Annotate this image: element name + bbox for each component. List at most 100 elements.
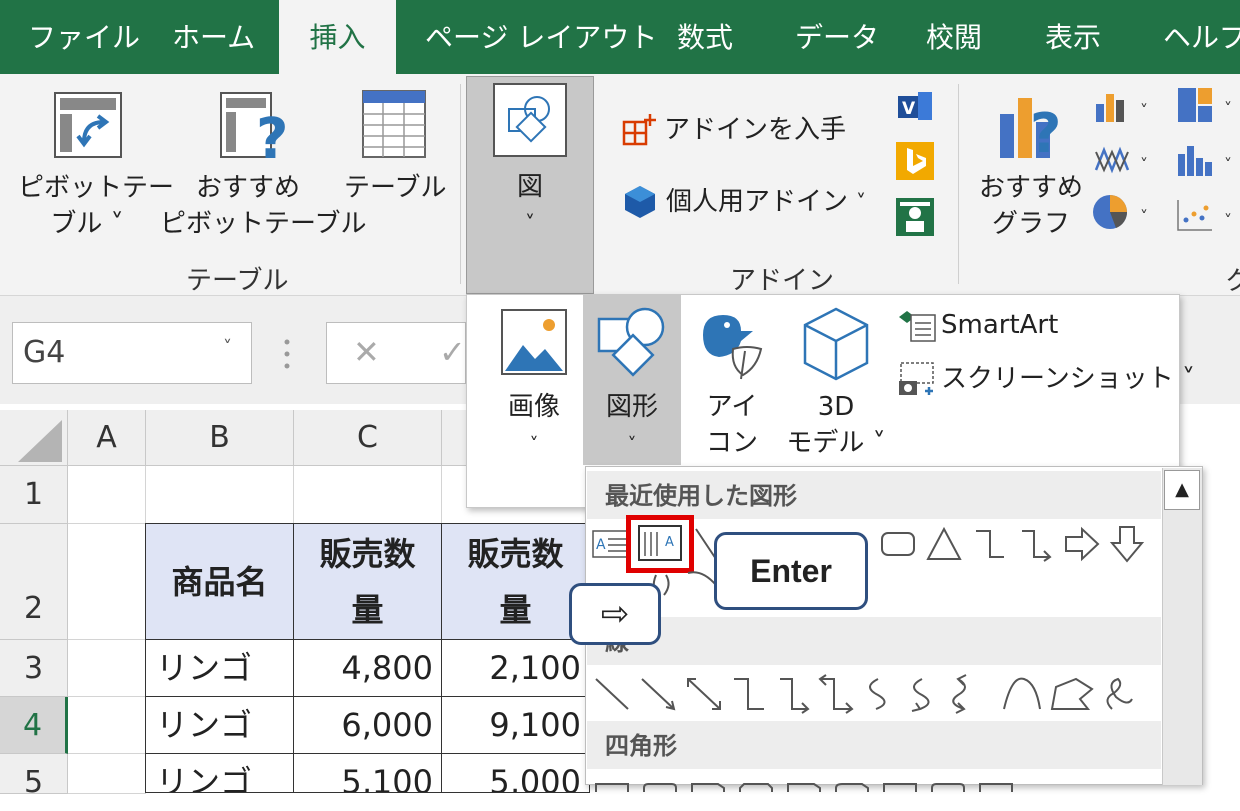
line-shapes-row (592, 673, 1162, 715)
svg-text:?: ? (256, 107, 288, 162)
tab-review[interactable]: 校閲 (926, 0, 982, 74)
table-row-2-product[interactable]: リンゴ (145, 696, 294, 754)
recommended-charts-button[interactable]: おすすめ グラフ (978, 170, 1084, 242)
scatter-chart-button[interactable]: ˅ (1176, 198, 1240, 234)
cell-a1[interactable] (68, 466, 146, 524)
row-header-5[interactable]: 5 (0, 754, 68, 800)
cell-a4[interactable] (68, 697, 146, 754)
row-header-3[interactable]: 3 (0, 640, 68, 697)
icons-icon (697, 305, 769, 385)
triangle-shape-icon[interactable] (924, 525, 964, 563)
chevron-down-icon: ˅ (529, 434, 539, 455)
tab-view[interactable]: 表示 (1045, 0, 1101, 74)
svg-text:A: A (665, 535, 674, 550)
ribbon-separator (958, 84, 959, 284)
get-addins-button[interactable]: アドインを入手 (664, 112, 846, 148)
column-chart-button[interactable]: ˅ (1094, 88, 1156, 124)
visio-icon[interactable]: V (896, 88, 934, 124)
table-header-product[interactable]: 商品名 (145, 523, 294, 640)
recommended-pivottable-icon: ? (220, 92, 292, 172)
row-header-4[interactable]: 4 (0, 697, 68, 754)
line-chart-button[interactable]: ˅ (1094, 142, 1156, 178)
pivottable-label-1: ピボットテー (18, 173, 175, 203)
rounded-rectangle-shape-icon[interactable] (878, 527, 918, 561)
table-button[interactable]: テーブル (344, 170, 446, 206)
image-button[interactable]: 画像 (497, 389, 571, 425)
cancel-icon[interactable]: ✕ (353, 333, 380, 371)
my-addins-icon (622, 184, 658, 220)
table-row-1-d[interactable]: 2,100 (441, 639, 590, 697)
shapes-button[interactable]: 図形 ˅ (583, 295, 681, 465)
table-row-3-product[interactable]: リンゴ (145, 753, 294, 793)
3d-model-button[interactable]: 3D モデル ˅ (781, 389, 891, 461)
confirm-icon[interactable]: ✓ (439, 333, 466, 371)
screenshot-button[interactable]: スクリーンショット ˅ (941, 361, 1195, 397)
cell-b1[interactable] (146, 466, 294, 524)
shapes-label: 図形 (605, 392, 658, 422)
select-all-button[interactable] (0, 410, 68, 466)
vertical-text-box-shape-icon[interactable]: A (626, 515, 694, 573)
3d-model-icon (801, 307, 871, 381)
table-header-qty-c[interactable]: 販売数量 (293, 523, 442, 640)
elbow-connector-shape-icon[interactable] (970, 525, 1010, 563)
pie-chart-button[interactable]: ˅ (1090, 192, 1156, 232)
tab-formulas[interactable]: 数式 (677, 0, 733, 74)
formula-bar-grip[interactable] (280, 334, 294, 374)
rec-chart-label-1: おすすめ (978, 173, 1083, 203)
table-row-1-c[interactable]: 4,800 (293, 639, 442, 697)
cell-a5[interactable] (68, 754, 146, 794)
right-arrow-shape-icon[interactable] (1062, 525, 1102, 563)
pivottable-icon (54, 92, 122, 158)
table-header-qty-d[interactable]: 販売数量 (441, 523, 590, 640)
scroll-up-button[interactable]: ▲ (1164, 470, 1200, 510)
bing-maps-icon[interactable] (896, 142, 934, 180)
shapes-scrollbar[interactable]: ▲ (1162, 468, 1202, 785)
header-qty-c-1: 販売数 (319, 535, 416, 573)
row-header-1[interactable]: 1 (0, 466, 68, 524)
illustrations-button[interactable]: 図 ˅ (466, 76, 594, 294)
name-box[interactable]: G4 ˅ (12, 322, 252, 384)
shapes-gallery: 最近使用した図形 A A 線 (585, 466, 1203, 792)
people-graph-icon[interactable] (896, 198, 934, 236)
row-header-2[interactable]: 2 (0, 524, 68, 640)
statistic-chart-button[interactable]: ˅ (1176, 142, 1240, 178)
illustrations-label: 図 (516, 172, 543, 202)
rectangle-shapes-row (592, 777, 1162, 792)
recommended-pivottable-button[interactable]: おすすめ ピボットテーブル (160, 170, 366, 242)
pivottable-button[interactable]: ピボットテー ブル ˅ (18, 170, 174, 242)
cell-a2[interactable] (68, 524, 146, 640)
column-header-a[interactable]: A (68, 410, 146, 466)
section-header-recent: 最近使用した図形 (587, 471, 1161, 519)
table-row-3-c[interactable]: 5,100 (293, 753, 442, 793)
ribbon-separator (460, 84, 461, 284)
smartart-button[interactable]: SmartArt (941, 307, 1058, 343)
down-arrow-shape-icon[interactable] (1108, 525, 1148, 563)
chevron-down-icon[interactable]: ˅ (223, 337, 232, 358)
table-row-3-d[interactable]: 5,000 (441, 753, 590, 793)
table-row-2-d[interactable]: 9,100 (441, 696, 590, 754)
icons-button[interactable]: アイ コン (695, 389, 769, 461)
svg-text:˅: ˅ (1140, 155, 1148, 174)
tab-home[interactable]: ホーム (172, 0, 255, 74)
table-row-2-c[interactable]: 6,000 (293, 696, 442, 754)
column-header-b[interactable]: B (146, 410, 294, 466)
elbow-arrow-connector-shape-icon[interactable] (1016, 525, 1056, 563)
cell-a3[interactable] (68, 640, 146, 697)
hierarchy-chart-button[interactable]: ˅ (1176, 86, 1240, 126)
tab-page-layout[interactable]: ページ レイアウト (425, 0, 657, 74)
tab-file[interactable]: ファイル (28, 0, 140, 74)
svg-text:˅: ˅ (1224, 155, 1232, 174)
enter-key-callout: Enter (714, 532, 868, 610)
tab-data[interactable]: データ (795, 0, 879, 74)
chevron-down-icon: ˅ (856, 190, 866, 214)
header-qty-c-2: 量 (351, 591, 384, 629)
tab-help[interactable]: ヘルプ (1163, 0, 1240, 74)
recommended-charts-icon: ? (998, 88, 1072, 165)
header-qty-d-1: 販売数 (467, 535, 564, 573)
my-addins-button[interactable]: 個人用アドイン (666, 184, 848, 220)
rec-pivot-label-1: おすすめ (195, 173, 300, 203)
tab-insert[interactable]: 挿入 (279, 0, 396, 74)
table-row-1-product[interactable]: リンゴ (145, 639, 294, 697)
column-header-c[interactable]: C (294, 410, 442, 466)
cell-c1[interactable] (294, 466, 442, 524)
